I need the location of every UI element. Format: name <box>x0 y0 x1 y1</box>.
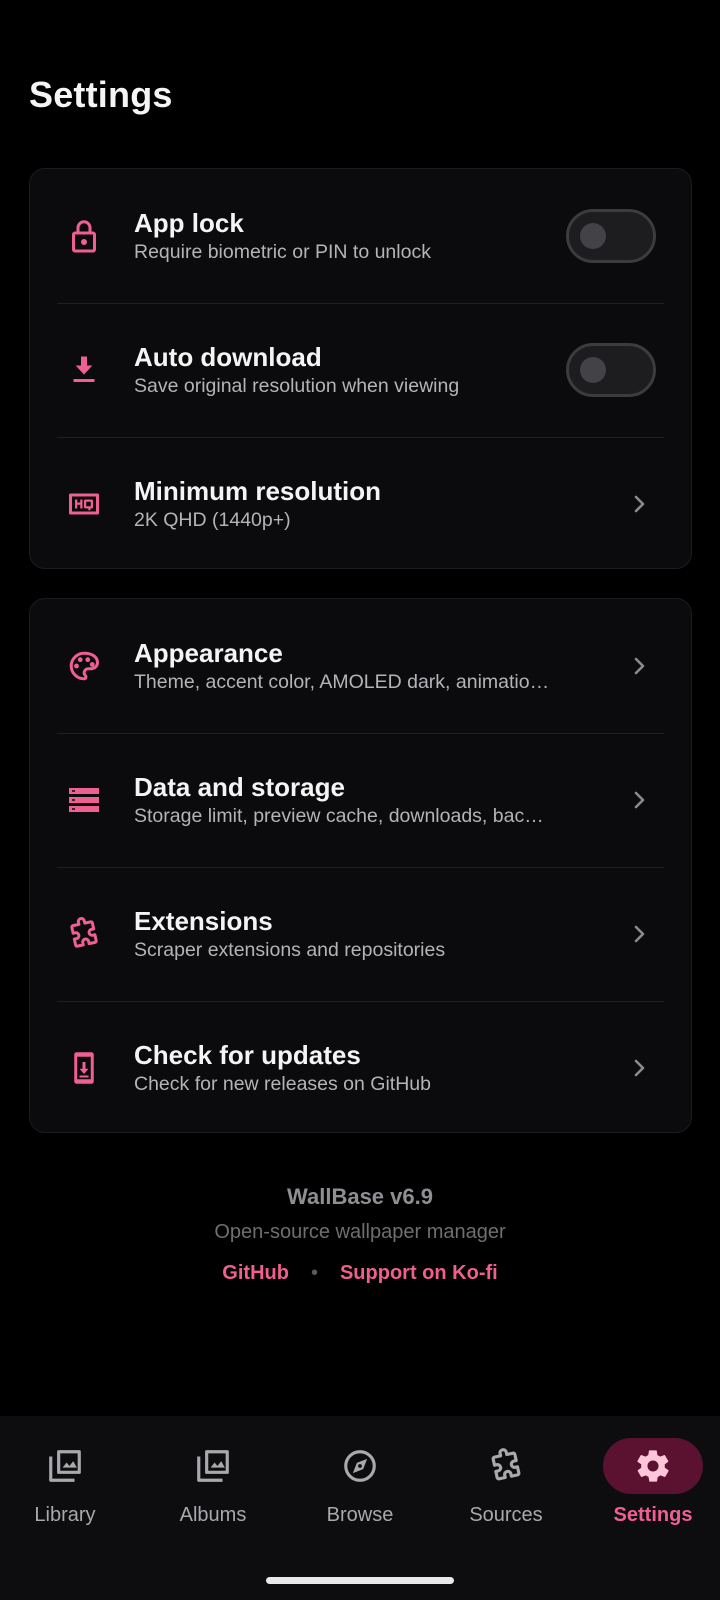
nav-item-library[interactable]: Library <box>0 1438 130 1548</box>
row-subtitle: Check for new releases on GitHub <box>134 1073 431 1095</box>
gear-icon <box>603 1438 703 1494</box>
nav-label: Library <box>34 1504 96 1526</box>
row-subtitle: Require biometric or PIN to unlock <box>134 241 431 263</box>
toggle-knob <box>580 357 606 383</box>
app-version: WallBase v6.9 <box>287 1184 433 1209</box>
hq-icon <box>66 486 102 522</box>
system-update-icon <box>66 1050 102 1086</box>
separator-dot: • <box>310 1262 318 1284</box>
row-subtitle: 2K QHD (1440p+) <box>134 509 291 531</box>
row-title: Data and storage <box>134 772 345 802</box>
puzzle-icon <box>456 1438 556 1494</box>
auto-download-toggle[interactable] <box>566 343 656 397</box>
photo-library-icon <box>15 1438 115 1494</box>
chevron-right-icon <box>634 791 645 809</box>
chevron-right-icon <box>634 657 645 675</box>
kofi-link[interactable]: Support on Ko-fi <box>340 1262 498 1284</box>
github-link[interactable]: GitHub <box>222 1262 289 1284</box>
settings-group-general: Appearance Theme, accent color, AMOLED d… <box>29 598 692 1133</box>
row-title: Check for updates <box>134 1040 361 1070</box>
data-storage-row[interactable]: Data and storage Storage limit, preview … <box>30 733 691 867</box>
page-title: Settings <box>29 74 173 115</box>
storage-icon <box>66 782 102 818</box>
nav-label: Browse <box>326 1504 394 1526</box>
nav-label: Sources <box>469 1504 543 1526</box>
minimum-resolution-row[interactable]: Minimum resolution 2K QHD (1440p+) <box>30 437 691 571</box>
row-title: Extensions <box>134 906 273 936</box>
row-subtitle: Storage limit, preview cache, downloads,… <box>134 805 544 827</box>
auto-download-row[interactable]: Auto download Save original resolution w… <box>30 303 691 437</box>
albums-icon <box>163 1438 263 1494</box>
chevron-right-icon <box>634 925 645 943</box>
nav-item-sources[interactable]: Sources <box>441 1438 571 1548</box>
row-title: App lock <box>134 208 244 238</box>
row-subtitle: Scraper extensions and repositories <box>134 939 446 961</box>
extensions-row[interactable]: Extensions Scraper extensions and reposi… <box>30 867 691 1001</box>
nav-item-settings[interactable]: Settings <box>588 1438 718 1548</box>
check-updates-row[interactable]: Check for updates Check for new releases… <box>30 1001 691 1135</box>
row-title: Minimum resolution <box>134 476 381 506</box>
bottom-navigation: Library Albums Browse Sources Settings <box>0 1416 720 1600</box>
chevron-right-icon <box>634 495 645 513</box>
lock-icon <box>66 218 102 254</box>
settings-group-security: App lock Require biometric or PIN to unl… <box>29 168 692 569</box>
row-title: Appearance <box>134 638 283 668</box>
app-tagline: Open-source wallpaper manager <box>214 1221 506 1243</box>
compass-icon <box>310 1438 410 1494</box>
palette-icon <box>66 648 102 684</box>
nav-label: Albums <box>179 1504 247 1526</box>
puzzle-icon <box>66 916 102 952</box>
nav-item-browse[interactable]: Browse <box>295 1438 425 1548</box>
appearance-row[interactable]: Appearance Theme, accent color, AMOLED d… <box>30 599 691 733</box>
settings-screen: Settings App lock Require biometric or P… <box>0 0 720 1600</box>
row-subtitle: Theme, accent color, AMOLED dark, animat… <box>134 671 550 693</box>
nav-label: Settings <box>613 1504 693 1526</box>
app-lock-toggle[interactable] <box>566 209 656 263</box>
toggle-knob <box>580 223 606 249</box>
nav-item-albums[interactable]: Albums <box>148 1438 278 1548</box>
row-title: Auto download <box>134 342 322 372</box>
row-subtitle: Save original resolution when viewing <box>134 375 460 397</box>
download-icon <box>66 352 102 388</box>
app-lock-row[interactable]: App lock Require biometric or PIN to unl… <box>30 169 691 303</box>
footer-links: GitHub • Support on Ko-fi <box>0 1262 720 1285</box>
home-indicator[interactable] <box>266 1577 454 1584</box>
chevron-right-icon <box>634 1059 645 1077</box>
